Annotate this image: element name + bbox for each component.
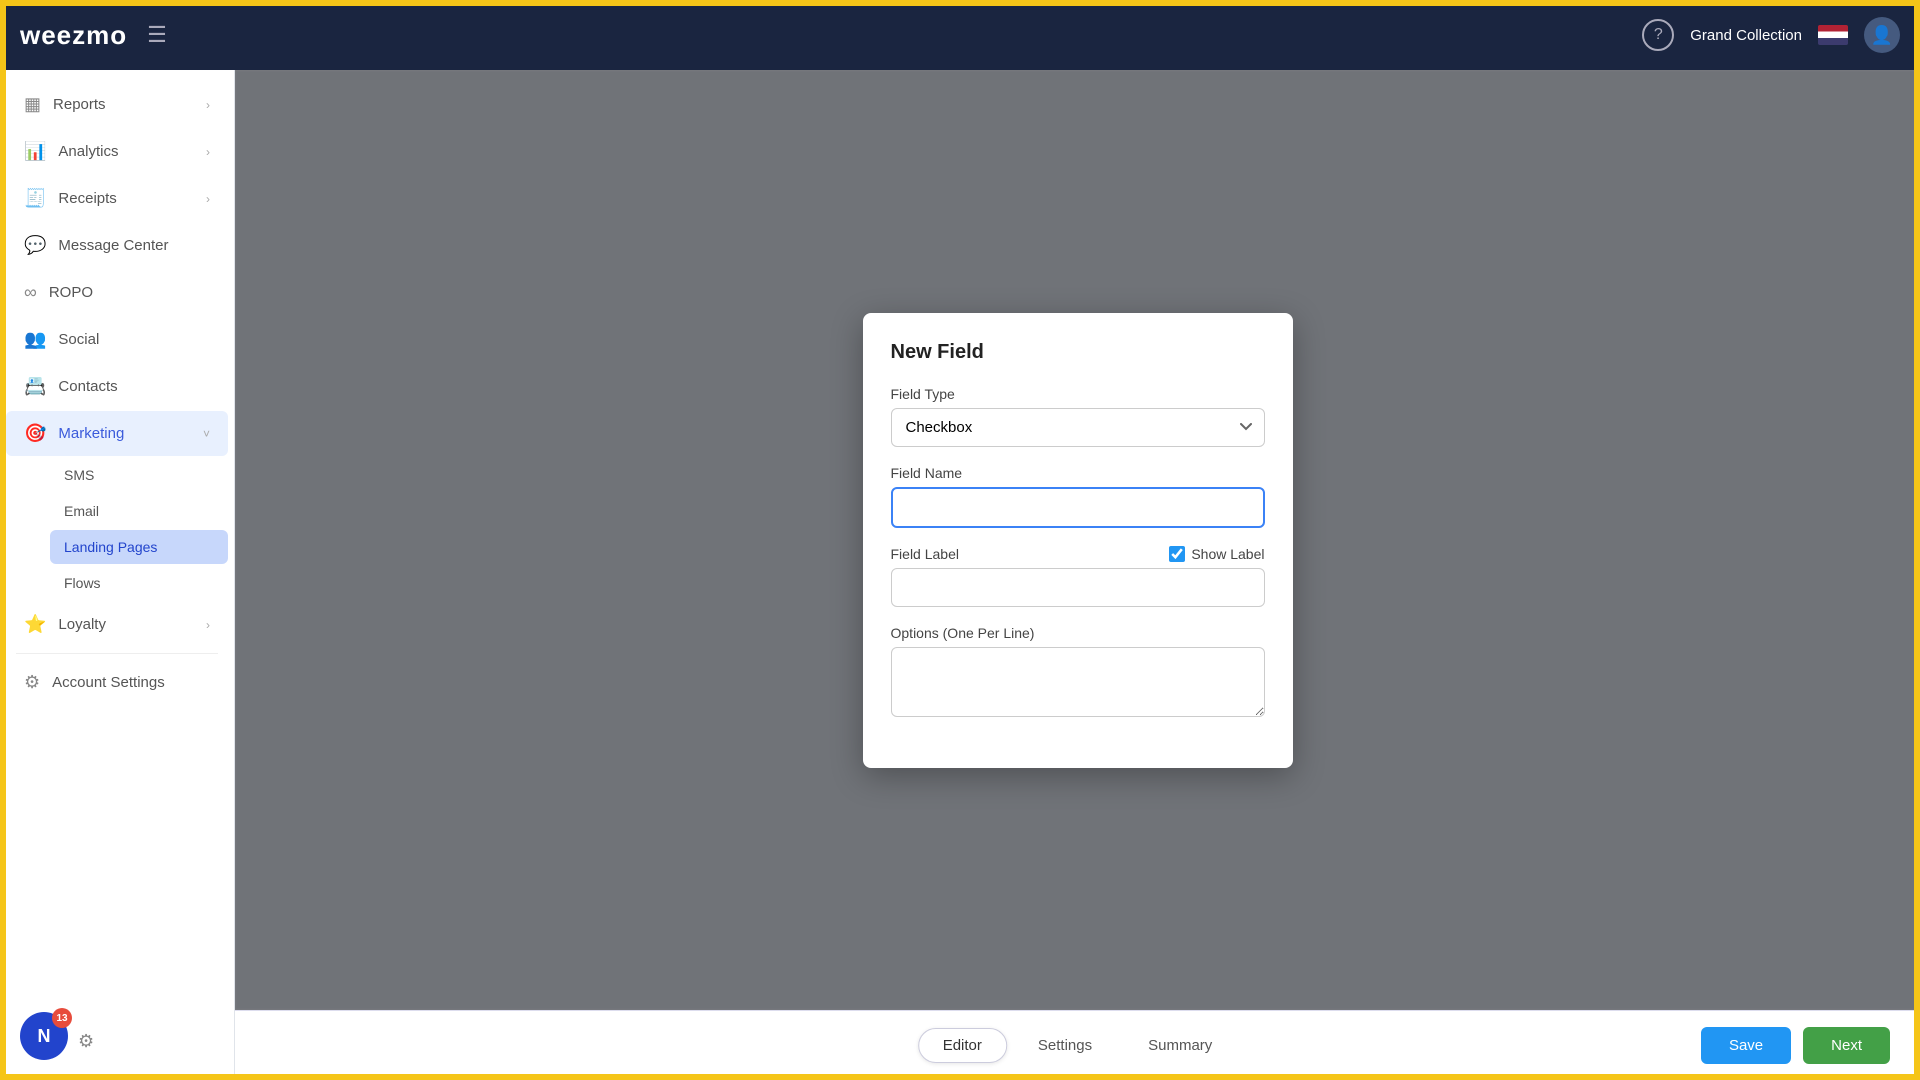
chevron-icon: › (206, 98, 210, 112)
notification-badge: 13 (52, 1008, 72, 1028)
show-label-wrap: Show Label (1169, 546, 1264, 562)
contacts-icon: 📇 (24, 376, 46, 397)
user-badge[interactable]: N 13 (20, 1012, 68, 1060)
sidebar: ▦ Reports › 📊 Analytics › 🧾 Receipts › 💬… (0, 70, 235, 1080)
sidebar-item-sms[interactable]: SMS (50, 458, 228, 492)
field-name-input[interactable] (891, 487, 1265, 528)
sidebar-item-flows[interactable]: Flows (50, 566, 228, 600)
tab-settings[interactable]: Settings (1013, 1028, 1117, 1063)
sidebar-item-loyalty[interactable]: ⭐ Loyalty › (6, 602, 228, 647)
settings-icon: ⚙ (24, 672, 40, 693)
help-button[interactable]: ? (1642, 19, 1674, 51)
navbar-right: ? Grand Collection 👤 (1642, 17, 1900, 53)
options-group: Options (One Per Line) (891, 625, 1265, 722)
chevron-icon: › (206, 618, 210, 632)
sidebar-item-label: Marketing (58, 425, 124, 442)
social-icon: 👥 (24, 329, 46, 350)
main-content: New Field Field Type Checkbox Text Numbe… (235, 70, 1920, 1080)
sidebar-item-contacts[interactable]: 📇 Contacts (6, 364, 228, 409)
sidebar-item-receipts[interactable]: 🧾 Receipts › (6, 176, 228, 221)
bottom-tabs: Editor Settings Summary (918, 1028, 1238, 1063)
field-name-group: Field Name (891, 465, 1265, 528)
chevron-icon: › (206, 145, 210, 159)
new-field-modal: New Field Field Type Checkbox Text Numbe… (863, 313, 1293, 768)
sidebar-item-label: Contacts (58, 378, 117, 395)
avatar-icon: 👤 (1871, 25, 1893, 46)
modal-title: New Field (891, 341, 1265, 364)
sidebar-item-label: Loyalty (58, 616, 106, 633)
user-avatar[interactable]: 👤 (1864, 17, 1900, 53)
bottom-settings-icon[interactable]: ⚙ (78, 1031, 94, 1052)
field-label-label: Field Label (891, 546, 960, 562)
sidebar-item-label: Social (58, 331, 99, 348)
next-button[interactable]: Next (1803, 1027, 1890, 1064)
chevron-down-icon: ˅ (203, 427, 210, 441)
sidebar-item-landing-pages[interactable]: Landing Pages (50, 530, 228, 564)
sidebar-item-label: Account Settings (52, 674, 165, 691)
sidebar-item-label: Receipts (58, 190, 116, 207)
options-label: Options (One Per Line) (891, 625, 1265, 641)
user-initial: N (38, 1026, 51, 1047)
analytics-icon: 📊 (24, 141, 46, 162)
show-label-text: Show Label (1191, 546, 1264, 562)
sidebar-item-label: Analytics (58, 143, 118, 160)
sidebar-item-email[interactable]: Email (50, 494, 228, 528)
tab-summary[interactable]: Summary (1123, 1028, 1237, 1063)
field-label-row: Field Label Show Label (891, 546, 1265, 562)
sidebar-divider (16, 653, 218, 654)
sidebar-item-social[interactable]: 👥 Social (6, 317, 228, 362)
navbar: weezmo ☰ ? Grand Collection 👤 (0, 0, 1920, 70)
bottom-buttons: Save Next (1701, 1027, 1890, 1064)
tab-editor[interactable]: Editor (918, 1028, 1007, 1063)
chevron-icon: › (206, 192, 210, 206)
marketing-icon: 🎯 (24, 423, 46, 444)
sidebar-item-label: Message Center (58, 237, 168, 254)
receipts-icon: 🧾 (24, 188, 46, 209)
field-name-label: Field Name (891, 465, 1265, 481)
show-label-checkbox[interactable] (1169, 546, 1185, 562)
save-button[interactable]: Save (1701, 1027, 1791, 1064)
field-type-label: Field Type (891, 386, 1265, 402)
logo: weezmo (20, 20, 127, 51)
modal-overlay: New Field Field Type Checkbox Text Numbe… (235, 70, 1920, 1010)
field-label-input[interactable] (891, 568, 1265, 607)
sidebar-item-marketing[interactable]: 🎯 Marketing ˅ (6, 411, 228, 456)
sidebar-item-message-center[interactable]: 💬 Message Center (6, 223, 228, 268)
options-textarea[interactable] (891, 647, 1265, 717)
sidebar-item-account-settings[interactable]: ⚙ Account Settings (6, 660, 228, 705)
ropo-icon: ∞ (24, 282, 37, 303)
sidebar-item-ropo[interactable]: ∞ ROPO (6, 270, 228, 315)
sidebar-item-label: ROPO (49, 284, 93, 301)
reports-icon: ▦ (24, 94, 41, 115)
sidebar-item-analytics[interactable]: 📊 Analytics › (6, 129, 228, 174)
bottom-bar: Editor Settings Summary Save Next (235, 1010, 1920, 1080)
menu-icon[interactable]: ☰ (147, 22, 167, 48)
field-type-select[interactable]: Checkbox Text Number Date Dropdown Radio (891, 408, 1265, 447)
loyalty-icon: ⭐ (24, 614, 46, 635)
sidebar-item-label: Reports (53, 96, 106, 113)
field-label-group: Field Label Show Label (891, 546, 1265, 607)
logo-text: weezmo (20, 20, 127, 50)
layout: ▦ Reports › 📊 Analytics › 🧾 Receipts › 💬… (0, 0, 1920, 1080)
language-flag[interactable] (1818, 25, 1848, 45)
field-type-group: Field Type Checkbox Text Number Date Dro… (891, 386, 1265, 447)
marketing-submenu: SMS Email Landing Pages Flows (0, 458, 234, 600)
message-center-icon: 💬 (24, 235, 46, 256)
collection-name: Grand Collection (1690, 27, 1802, 44)
sidebar-item-reports[interactable]: ▦ Reports › (6, 82, 228, 127)
